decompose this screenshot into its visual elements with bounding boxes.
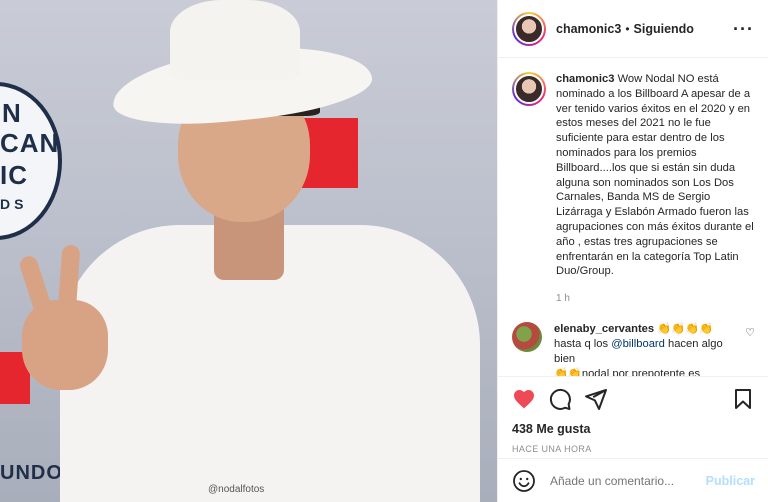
like-heart-icon[interactable] <box>512 387 536 411</box>
post-timestamp[interactable]: HACE UNA HORA <box>512 444 755 454</box>
author-avatar[interactable] <box>512 11 546 46</box>
likes-count[interactable]: 438 Me gusta <box>512 422 755 436</box>
comment-mention[interactable]: @billboard <box>611 338 665 350</box>
post-sidebar: chamonic3 • Siguiendo ··· chamonic3 Wow … <box>497 0 768 502</box>
caption-avatar[interactable] <box>512 72 546 106</box>
caption-username[interactable]: chamonic3 <box>556 73 614 85</box>
caption-body: Wow Nodal NO está nominado a los Billboa… <box>556 73 754 278</box>
caption: chamonic3 Wow Nodal NO está nominado a l… <box>512 72 755 279</box>
add-comment-bar: Publicar <box>498 458 768 502</box>
author-username[interactable]: chamonic3 <box>556 22 621 36</box>
backdrop-text: IC <box>0 160 28 190</box>
backdrop-text: N <box>2 98 22 128</box>
action-icons <box>512 387 755 411</box>
photo-watermark: @nodalfotos <box>208 484 265 495</box>
commenter-avatar[interactable] <box>512 322 542 353</box>
backdrop-text: UNDO <box>0 462 63 484</box>
comment-body: hasta q los <box>554 337 609 350</box>
share-paper-plane-icon[interactable] <box>584 387 608 411</box>
backdrop-text: DS <box>0 196 28 212</box>
post-header: chamonic3 • Siguiendo ··· <box>498 0 768 58</box>
backdrop-text: CAN <box>0 128 60 158</box>
publish-button[interactable]: Publicar <box>706 474 755 488</box>
comments-section[interactable]: chamonic3 Wow Nodal NO está nominado a l… <box>498 58 768 376</box>
caption-text: chamonic3 Wow Nodal NO está nominado a l… <box>556 72 755 279</box>
avatar-image <box>514 74 544 104</box>
comment-text: elenaby_cervantes 👏👏👏👏 hasta q los @bill… <box>554 322 739 376</box>
post-photo[interactable]: N CAN IC DS UNDO @nodalfotos <box>0 0 497 502</box>
more-horizontal-icon[interactable]: ··· <box>733 20 754 38</box>
comment-emoji: 👏👏👏👏 <box>657 323 713 336</box>
comment-body-line3: 👏👏nodal por prepotente es <box>554 367 701 376</box>
following-status[interactable]: Siguiendo <box>634 22 694 36</box>
comment-item: elenaby_cervantes 👏👏👏👏 hasta q los @bill… <box>512 322 755 376</box>
comment-like-heart-icon[interactable]: ♡ <box>745 326 755 376</box>
bookmark-icon[interactable] <box>731 387 755 411</box>
comment-bubble-icon[interactable] <box>548 387 572 411</box>
avatar-image <box>514 13 544 44</box>
caption-timestamp[interactable]: 1 h <box>556 293 755 304</box>
separator-dot: • <box>625 21 630 36</box>
comment-input[interactable] <box>550 473 706 488</box>
commenter-username[interactable]: elenaby_cervantes <box>554 323 654 335</box>
person-hand <box>22 300 108 390</box>
emoji-icon[interactable] <box>512 469 536 493</box>
hat-crown <box>170 0 300 80</box>
